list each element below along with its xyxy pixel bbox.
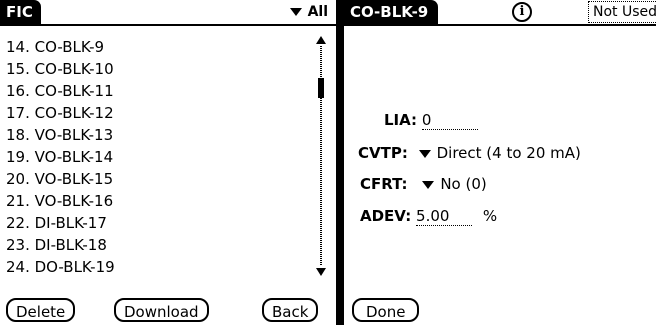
adev-unit: % [482,207,498,225]
list-item[interactable]: 24. DO-BLK-19 [6,256,306,278]
done-button[interactable]: Done [352,298,420,322]
list-item[interactable]: 20. VO-BLK-15 [6,168,306,190]
scrollbar-thumb[interactable] [318,78,324,98]
list-item[interactable]: 19. VO-BLK-14 [6,146,306,168]
block-detail-screen: CO-BLK-9 i Not Used LIA: 0 CVTP: Direct … [344,0,656,325]
category-dropdown[interactable]: All [289,0,328,24]
cfrt-dropdown[interactable]: No (0) [422,175,487,193]
dropdown-triangle-icon [289,8,302,16]
list-item[interactable]: 16. CO-BLK-11 [6,80,306,102]
delete-button[interactable]: Delete [6,298,76,322]
cvtp-field: CVTP: Direct (4 to 20 mA) [358,141,581,165]
list-item[interactable]: 23. DI-BLK-18 [6,234,306,256]
adev-label: ADEV: [360,207,412,225]
list-item[interactable]: 14. CO-BLK-9 [6,36,306,58]
category-value: All [307,4,328,20]
list-item[interactable]: 18. VO-BLK-13 [6,124,306,146]
cvtp-label: CVTP: [358,144,408,162]
list-item[interactable]: 17. CO-BLK-12 [6,102,306,124]
dropdown-triangle-icon [422,180,435,189]
back-button[interactable]: Back [262,298,319,322]
list-scrollbar[interactable] [316,36,326,276]
list-item[interactable]: 21. VO-BLK-16 [6,190,306,212]
adev-value[interactable]: 5.00 [416,207,473,226]
lia-value[interactable]: 0 [421,111,478,130]
list-item[interactable]: 22. DI-BLK-17 [6,212,306,234]
cvtp-value: Direct (4 to 20 mA) [436,144,581,162]
lia-field: LIA: 0 [384,108,478,132]
download-button[interactable]: Download [114,298,209,322]
lia-label: LIA: [384,111,418,129]
list-item[interactable]: 15. CO-BLK-10 [6,58,306,80]
info-icon[interactable]: i [512,2,532,22]
dropdown-triangle-icon [418,149,431,158]
block-list-screen: FIC All 14. CO-BLK-9 15. CO-BLK-10 16. C… [0,0,336,325]
title-bar: FIC All [0,0,336,26]
block-title: CO-BLK-9 [344,0,439,24]
adev-field: ADEV: 5.00 % [360,204,497,228]
scroll-up-arrow-icon[interactable] [316,36,326,44]
screen-divider [336,0,344,325]
title-bar: CO-BLK-9 i Not Used [344,0,656,26]
cvtp-dropdown[interactable]: Direct (4 to 20 mA) [418,144,581,162]
cfrt-field: CFRT: No (0) [360,172,487,196]
scroll-down-arrow-icon[interactable] [316,268,326,276]
app-title[interactable]: FIC [0,0,41,24]
cfrt-label: CFRT: [360,175,408,193]
status-field[interactable]: Not Used [588,1,656,23]
cfrt-value: No (0) [440,175,487,193]
block-list: 14. CO-BLK-9 15. CO-BLK-10 16. CO-BLK-11… [6,36,306,278]
